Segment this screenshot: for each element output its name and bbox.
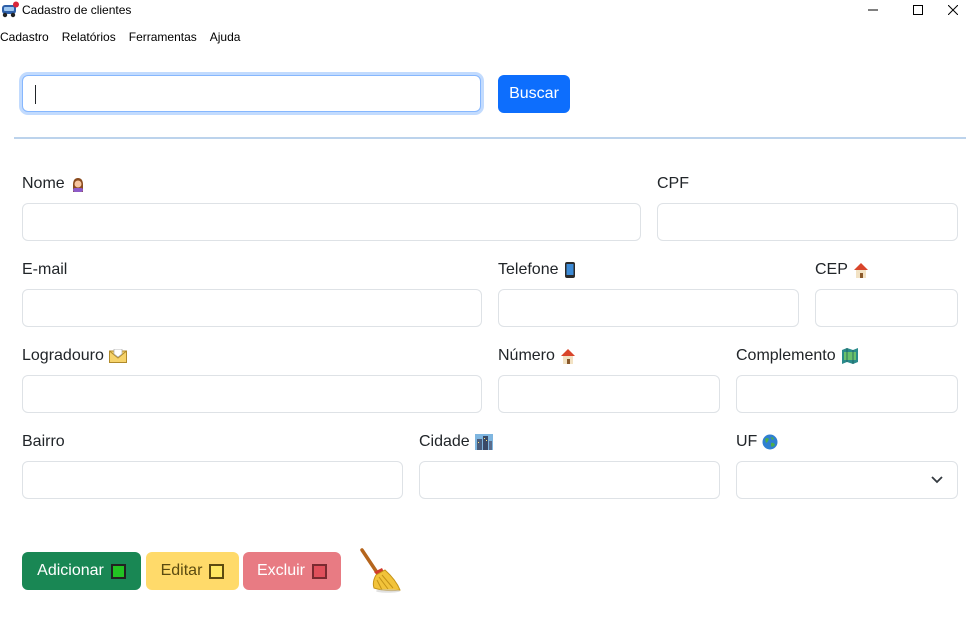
menu-cadastro[interactable]: Cadastro xyxy=(0,30,49,48)
cidade-input[interactable] xyxy=(419,461,720,499)
complemento-input[interactable] xyxy=(736,375,958,413)
city-icon xyxy=(474,434,493,450)
text-caret xyxy=(35,85,36,104)
cidade-label: Cidade xyxy=(419,433,493,451)
complemento-label: Complemento xyxy=(736,347,859,365)
envelope-icon xyxy=(108,349,127,363)
yellow-square-icon xyxy=(209,563,225,579)
edit-button[interactable]: Editar xyxy=(146,552,239,590)
bairro-input[interactable] xyxy=(22,461,403,499)
telefone-label-text: Telefone xyxy=(498,261,559,278)
window-title: Cadastro de clientes xyxy=(22,3,132,17)
nome-label-text: Nome xyxy=(22,175,65,192)
bairro-label: Bairro xyxy=(22,433,65,451)
globe-icon xyxy=(762,434,778,450)
email-label-text: E-mail xyxy=(22,261,68,278)
menu-ajuda[interactable]: Ajuda xyxy=(210,30,241,48)
close-icon xyxy=(948,5,958,15)
nome-input[interactable] xyxy=(22,203,641,241)
cpf-label: CPF xyxy=(657,175,689,193)
green-square-icon xyxy=(110,563,126,579)
search-button[interactable]: Buscar xyxy=(498,75,570,113)
red-square-icon xyxy=(312,563,327,579)
house-icon xyxy=(853,262,869,278)
email-label: E-mail xyxy=(22,261,67,279)
cep-label: CEP xyxy=(815,261,869,279)
car-icon xyxy=(2,1,19,18)
cpf-input[interactable] xyxy=(657,203,958,241)
title-bar: Cadastro de clientes xyxy=(0,0,976,20)
broom-icon[interactable] xyxy=(356,546,404,594)
complemento-label-text: Complemento xyxy=(736,347,836,364)
cep-label-text: CEP xyxy=(815,261,848,278)
cidade-label-text: Cidade xyxy=(419,433,470,450)
uf-label-text: UF xyxy=(736,433,758,450)
add-button-label: Adicionar xyxy=(37,562,104,579)
map-icon xyxy=(841,348,859,364)
logradouro-label-text: Logradouro xyxy=(22,347,104,364)
telefone-label: Telefone xyxy=(498,261,576,279)
menu-ferramentas[interactable]: Ferramentas xyxy=(129,30,197,48)
telefone-input[interactable] xyxy=(498,289,799,327)
numero-input[interactable] xyxy=(498,375,720,413)
nome-label: Nome xyxy=(22,175,86,193)
numero-label: Número xyxy=(498,347,576,365)
minimize-icon xyxy=(868,9,878,11)
divider xyxy=(14,137,966,139)
numero-label-text: Número xyxy=(498,347,555,364)
house-icon xyxy=(560,348,576,364)
search-input[interactable] xyxy=(22,75,481,112)
menu-relatorios[interactable]: Relatórios xyxy=(62,30,116,48)
edit-button-label: Editar xyxy=(160,562,203,579)
chevron-down-icon xyxy=(931,476,943,484)
woman-icon xyxy=(70,176,86,192)
cep-input[interactable] xyxy=(815,289,958,327)
email-input[interactable] xyxy=(22,289,482,327)
delete-button-label: Excluir xyxy=(256,562,305,579)
close-button[interactable] xyxy=(930,0,976,20)
delete-button[interactable]: Excluir xyxy=(243,552,341,590)
minimize-button[interactable] xyxy=(850,0,896,20)
logradouro-input[interactable] xyxy=(22,375,482,413)
logradouro-label: Logradouro xyxy=(22,347,127,365)
phone-icon xyxy=(564,262,576,278)
uf-select[interactable] xyxy=(736,461,958,499)
bairro-label-text: Bairro xyxy=(22,433,65,450)
uf-label: UF xyxy=(736,433,778,451)
cpf-label-text: CPF xyxy=(657,175,689,192)
menu-bar: Cadastro Relatórios Ferramentas Ajuda xyxy=(0,30,253,48)
maximize-icon xyxy=(913,5,923,15)
add-button[interactable]: Adicionar xyxy=(22,552,141,590)
